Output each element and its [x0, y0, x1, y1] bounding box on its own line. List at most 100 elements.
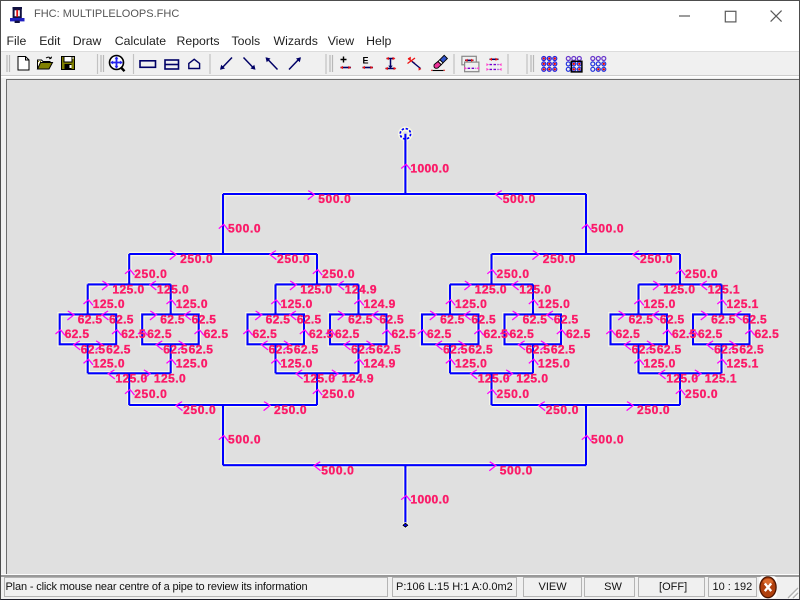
svg-text:62.5: 62.5	[147, 327, 172, 341]
svg-text:125.0: 125.0	[157, 283, 189, 297]
svg-text:125.0: 125.0	[281, 297, 313, 311]
svg-text:62.5: 62.5	[443, 342, 468, 356]
svg-text:125.0: 125.0	[115, 371, 147, 385]
svg-text:250.0: 250.0	[685, 387, 718, 401]
svg-text:62.5: 62.5	[253, 327, 278, 341]
svg-text:125.0: 125.0	[538, 297, 570, 311]
svg-text:124.9: 124.9	[364, 297, 396, 311]
svg-text:62.5: 62.5	[309, 327, 334, 341]
svg-text:500.0: 500.0	[591, 222, 624, 236]
svg-text:124.9: 124.9	[342, 371, 374, 385]
svg-text:250.0: 250.0	[497, 267, 530, 281]
svg-text:500.0: 500.0	[228, 433, 261, 447]
svg-text:62.5: 62.5	[351, 342, 376, 356]
svg-text:250.0: 250.0	[685, 267, 718, 281]
svg-text:500.0: 500.0	[318, 192, 351, 206]
svg-text:62.5: 62.5	[526, 342, 551, 356]
svg-text:125.0: 125.0	[176, 356, 208, 370]
svg-text:62.5: 62.5	[427, 327, 452, 341]
svg-text:62.5: 62.5	[755, 327, 780, 341]
svg-text:62.5: 62.5	[81, 342, 106, 356]
svg-text:500.0: 500.0	[228, 222, 261, 236]
svg-text:62.5: 62.5	[523, 313, 548, 327]
svg-text:62.5: 62.5	[660, 313, 685, 327]
svg-text:62.5: 62.5	[348, 313, 373, 327]
svg-text:62.5: 62.5	[269, 342, 294, 356]
svg-text:62.5: 62.5	[471, 313, 496, 327]
svg-text:62.5: 62.5	[376, 342, 401, 356]
svg-text:250.0: 250.0	[543, 252, 576, 266]
svg-text:1000.0: 1000.0	[410, 162, 449, 176]
svg-text:62.5: 62.5	[160, 313, 185, 327]
svg-text:62.5: 62.5	[192, 313, 217, 327]
svg-text:62.5: 62.5	[672, 327, 697, 341]
svg-text:125.0: 125.0	[516, 371, 548, 385]
svg-text:62.5: 62.5	[739, 342, 764, 356]
svg-text:62.5: 62.5	[698, 327, 723, 341]
svg-text:125.0: 125.0	[478, 371, 510, 385]
svg-text:62.5: 62.5	[65, 327, 90, 341]
svg-text:62.5: 62.5	[106, 342, 131, 356]
svg-text:125.0: 125.0	[154, 371, 186, 385]
svg-text:125.0: 125.0	[644, 356, 676, 370]
svg-text:125.1: 125.1	[727, 297, 759, 311]
svg-text:125.1: 125.1	[727, 356, 759, 370]
svg-text:125.1: 125.1	[705, 371, 737, 385]
svg-text:62.5: 62.5	[566, 327, 591, 341]
svg-text:124.9: 124.9	[345, 283, 377, 297]
svg-text:62.5: 62.5	[78, 313, 103, 327]
svg-text:62.5: 62.5	[121, 327, 146, 341]
svg-text:250.0: 250.0	[546, 403, 579, 417]
svg-text:62.5: 62.5	[551, 342, 576, 356]
svg-text:62.5: 62.5	[632, 342, 657, 356]
svg-text:62.5: 62.5	[657, 342, 682, 356]
svg-text:250.0: 250.0	[322, 267, 355, 281]
svg-text:125.0: 125.0	[455, 356, 487, 370]
svg-text:500.0: 500.0	[591, 433, 624, 447]
svg-text:125.0: 125.0	[644, 297, 676, 311]
svg-text:250.0: 250.0	[183, 403, 216, 417]
svg-text:62.5: 62.5	[711, 313, 736, 327]
svg-text:125.0: 125.0	[93, 356, 125, 370]
svg-text:1000.0: 1000.0	[410, 493, 449, 507]
svg-text:124.9: 124.9	[364, 356, 396, 370]
svg-text:125.0: 125.0	[666, 371, 698, 385]
svg-text:62.5: 62.5	[510, 327, 535, 341]
svg-text:250.0: 250.0	[274, 403, 307, 417]
svg-text:62.5: 62.5	[484, 327, 509, 341]
svg-text:62.5: 62.5	[266, 313, 291, 327]
svg-text:250.0: 250.0	[497, 387, 530, 401]
svg-text:500.0: 500.0	[500, 463, 533, 477]
svg-text:62.5: 62.5	[109, 313, 134, 327]
svg-text:250.0: 250.0	[134, 387, 167, 401]
svg-text:62.5: 62.5	[294, 342, 319, 356]
svg-text:62.5: 62.5	[297, 313, 322, 327]
svg-text:125.0: 125.0	[281, 356, 313, 370]
svg-text:250.0: 250.0	[277, 252, 310, 266]
svg-text:125.0: 125.0	[519, 283, 551, 297]
svg-text:125.0: 125.0	[475, 283, 507, 297]
svg-text:125.0: 125.0	[112, 283, 144, 297]
svg-text:500.0: 500.0	[321, 463, 354, 477]
svg-text:125.1: 125.1	[708, 283, 740, 297]
svg-text:62.5: 62.5	[163, 342, 188, 356]
svg-text:250.0: 250.0	[322, 387, 355, 401]
svg-text:125.0: 125.0	[455, 297, 487, 311]
svg-text:500.0: 500.0	[503, 192, 536, 206]
svg-text:62.5: 62.5	[629, 313, 654, 327]
svg-text:62.5: 62.5	[468, 342, 493, 356]
svg-text:62.5: 62.5	[554, 313, 579, 327]
svg-text:62.5: 62.5	[742, 313, 767, 327]
svg-text:125.0: 125.0	[300, 283, 332, 297]
svg-text:62.5: 62.5	[714, 342, 739, 356]
svg-text:125.0: 125.0	[303, 371, 335, 385]
svg-text:250.0: 250.0	[640, 252, 673, 266]
svg-text:125.0: 125.0	[538, 356, 570, 370]
svg-text:62.5: 62.5	[189, 342, 214, 356]
svg-text:62.5: 62.5	[616, 327, 641, 341]
svg-text:125.0: 125.0	[663, 283, 695, 297]
svg-text:62.5: 62.5	[379, 313, 404, 327]
svg-text:62.5: 62.5	[440, 313, 465, 327]
svg-text:125.0: 125.0	[93, 297, 125, 311]
svg-text:250.0: 250.0	[134, 267, 167, 281]
